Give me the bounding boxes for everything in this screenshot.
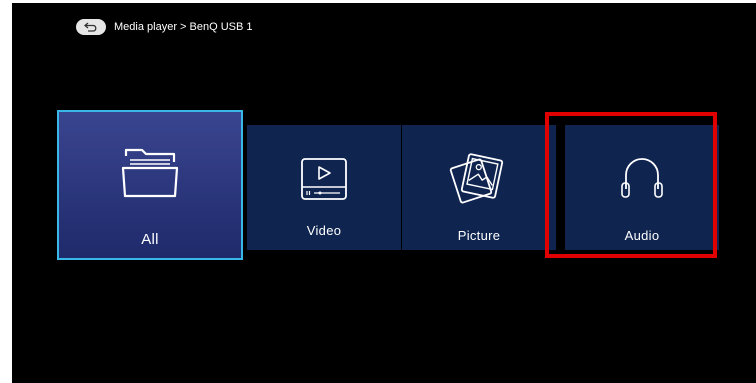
picture-stack-icon (449, 153, 504, 204)
back-arrow-icon (84, 22, 97, 32)
tile-audio-label: Audio (624, 228, 660, 243)
media-player-screen: Media player > BenQ USB 1 All Video Pict… (12, 3, 756, 383)
tile-picture[interactable]: Picture (402, 125, 556, 250)
tile-video[interactable]: Video (247, 125, 401, 250)
tile-audio[interactable]: Audio (565, 125, 719, 250)
tile-picture-label: Picture (457, 228, 501, 243)
back-button[interactable] (76, 19, 106, 35)
breadcrumb: Media player > BenQ USB 1 (76, 17, 253, 37)
video-player-icon (301, 158, 347, 200)
tile-all-label: All (141, 231, 159, 248)
folder-icon (121, 148, 179, 198)
breadcrumb-path: Media player > BenQ USB 1 (114, 21, 253, 33)
tile-all[interactable]: All (57, 110, 243, 260)
headphones-icon (621, 158, 663, 198)
tile-video-label: Video (306, 223, 342, 238)
